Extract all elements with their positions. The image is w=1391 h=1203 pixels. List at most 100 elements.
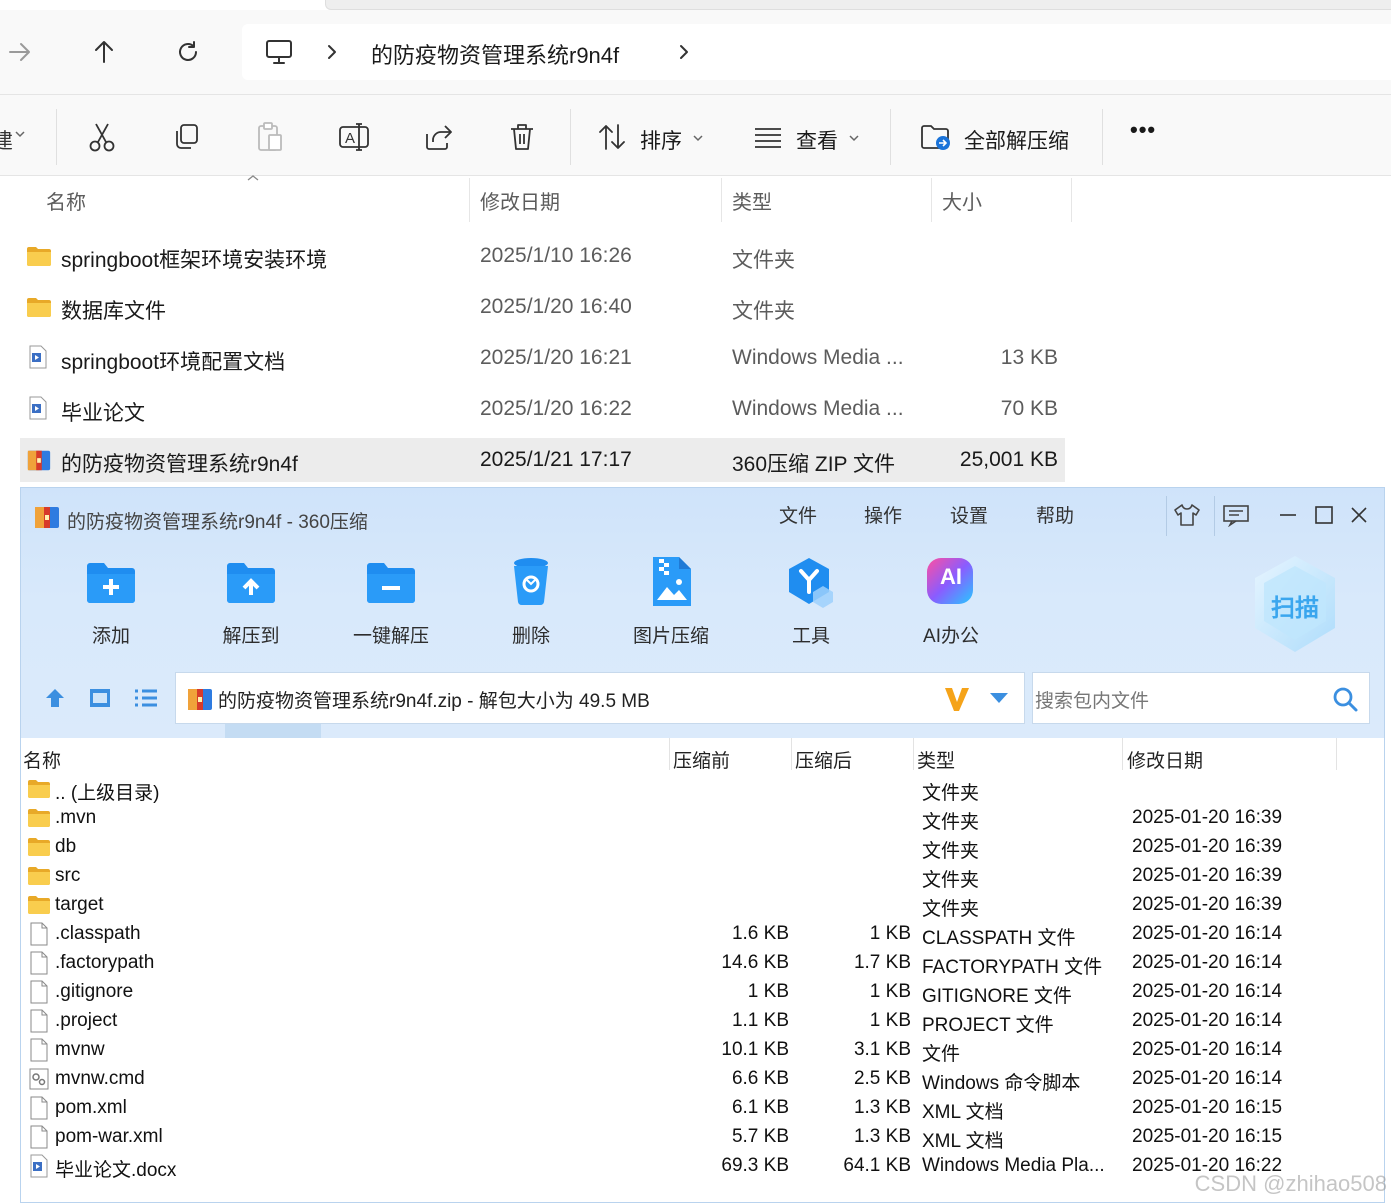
column-divider[interactable] (469, 178, 470, 222)
delete-button[interactable]: 删除 (481, 554, 581, 654)
file-row[interactable]: 的防疫物资管理系统r9n4f 2025/1/21 17:17 360压缩 ZIP 文… (20, 438, 1065, 482)
scan-label: 扫描 (1271, 595, 1319, 622)
refresh-button[interactable] (170, 34, 206, 70)
view-icon[interactable] (752, 121, 784, 153)
file-row[interactable]: springboot环境配置文档 2025/1/20 16:21 Windows M… (20, 336, 1065, 380)
column-divider[interactable] (791, 738, 792, 770)
share-icon[interactable] (422, 121, 454, 153)
archive-row[interactable]: .project 1.1 KB 1 KB PROJECT 文件 2025-01-20 1… (21, 1007, 1384, 1036)
size-after: 1.7 KB (853, 952, 911, 973)
column-divider[interactable] (913, 738, 914, 770)
size-before: 14.6 KB (721, 952, 789, 973)
search-icon[interactable] (1331, 685, 1359, 713)
column-divider[interactable] (669, 738, 670, 770)
vip-icon[interactable] (942, 685, 972, 713)
chevron-down-icon[interactable] (14, 129, 26, 139)
one-click-extract-button[interactable]: 一键解压 (341, 554, 441, 654)
archive-path-bar[interactable]: 的防疫物资管理系统r9n4f.zip - 解包大小为 49.5 MB (175, 672, 1025, 724)
column-divider[interactable] (721, 178, 722, 222)
this-pc-icon[interactable] (264, 38, 294, 66)
paste-icon[interactable] (254, 121, 286, 153)
file-size: 25,001 KB (959, 448, 1058, 471)
archive-row[interactable]: .factorypath 14.6 KB 1.7 KB FACTORYPATH 文件 2… (21, 949, 1384, 978)
chevron-down-icon[interactable] (692, 133, 704, 143)
column-header-type[interactable]: 类型 (732, 186, 772, 215)
view-button[interactable]: 查看 (796, 125, 838, 155)
chevron-down-icon[interactable] (848, 133, 860, 143)
sort-button[interactable]: 排序 (640, 125, 682, 155)
archive-row[interactable]: 毕业论文.docx 69.3 KB 64.1 KB Windows Media Pla… (21, 1152, 1384, 1181)
column-divider[interactable] (931, 178, 932, 222)
list-view-icon[interactable] (133, 686, 159, 710)
zip-column-name[interactable]: 名称 (23, 746, 61, 773)
horizontal-scroll-thumb[interactable] (225, 724, 321, 738)
column-divider[interactable] (1071, 178, 1072, 222)
chevron-right-icon[interactable] (324, 42, 340, 62)
column-header-size[interactable]: 大小 (942, 186, 982, 215)
menu-help[interactable]: 帮助 (1036, 501, 1074, 528)
zip-column-after[interactable]: 压缩后 (795, 746, 852, 773)
archive-row[interactable]: .classpath 1.6 KB 1 KB CLASSPATH 文件 2025-01-… (21, 920, 1384, 949)
feedback-icon[interactable] (1219, 498, 1253, 532)
new-button-label[interactable]: 建 (0, 125, 13, 155)
zip-column-type[interactable]: 类型 (917, 746, 955, 773)
address-segment[interactable]: 的防疫物资管理系统r9n4f (371, 38, 619, 70)
archive-row[interactable]: src 文件夹 2025-01-20 16:39 (21, 862, 1384, 891)
delete-icon[interactable] (506, 121, 538, 153)
cut-icon[interactable] (86, 121, 118, 153)
extract-all-icon[interactable] (920, 121, 952, 153)
column-header-name[interactable]: 名称 (46, 186, 86, 215)
address-bar[interactable]: 的防疫物资管理系统r9n4f (242, 24, 1391, 80)
copy-icon[interactable] (170, 121, 202, 153)
menu-file[interactable]: 文件 (779, 501, 817, 528)
archive-row[interactable]: target 文件夹 2025-01-20 16:39 (21, 891, 1384, 920)
up-button[interactable] (86, 34, 122, 70)
forward-button[interactable] (2, 34, 38, 70)
thumbnail-view-icon[interactable] (88, 686, 112, 710)
search-input[interactable]: 搜索包内文件 (1032, 672, 1370, 724)
scan-button[interactable]: 扫描 (1247, 552, 1343, 656)
up-level-icon[interactable] (43, 686, 67, 710)
column-divider[interactable] (1122, 738, 1123, 770)
skin-icon[interactable] (1170, 498, 1204, 532)
archive-row[interactable]: pom.xml 6.1 KB 1.3 KB XML 文档 2025-01-20 16:1… (21, 1094, 1384, 1123)
minimize-button[interactable] (1271, 498, 1305, 532)
archive-row[interactable]: .mvn 文件夹 2025-01-20 16:39 (21, 804, 1384, 833)
folder-icon (27, 777, 51, 801)
watermark: CSDN @zhihao508 (1194, 1171, 1387, 1196)
image-compress-button[interactable]: 图片压缩 (621, 554, 721, 654)
extract-all-button[interactable]: 全部解压缩 (964, 125, 1069, 155)
chevron-right-icon[interactable] (676, 42, 692, 62)
dropdown-arrow-icon[interactable] (988, 691, 1010, 705)
file-row[interactable]: 毕业论文 2025/1/20 16:22 Windows Media ... 70 K… (20, 387, 1065, 431)
archive-row[interactable]: mvnw.cmd 6.6 KB 2.5 KB Windows 命令脚本 2025-01-… (21, 1065, 1384, 1094)
delete-label: 删除 (511, 626, 550, 647)
tools-button[interactable]: 工具 (761, 554, 861, 654)
menu-operation[interactable]: 操作 (864, 501, 902, 528)
archive-row[interactable]: .gitignore 1 KB 1 KB GITIGNORE 文件 2025-01-20… (21, 978, 1384, 1007)
one-click-extract-label: 一键解压 (352, 626, 429, 647)
file-row[interactable]: springboot框架环境安装环境 2025/1/10 16:26 文件夹 (20, 234, 1065, 278)
file-row[interactable]: 数据库文件 2025/1/20 16:40 文件夹 (20, 285, 1065, 329)
rename-icon[interactable]: A (338, 121, 370, 153)
archive-row[interactable]: pom-war.xml 5.7 KB 1.3 KB XML 文档 2025-01-20 … (21, 1123, 1384, 1152)
more-options-button[interactable]: ••• (1130, 117, 1156, 143)
folder-icon (27, 835, 51, 859)
archive-row[interactable]: db 文件夹 2025-01-20 16:39 (21, 833, 1384, 862)
column-divider[interactable] (1336, 738, 1337, 770)
add-button[interactable]: 添加 (61, 554, 161, 654)
column-header-date[interactable]: 修改日期 (480, 186, 560, 215)
close-button[interactable] (1342, 498, 1376, 532)
file-name: 的防疫物资管理系统r9n4f (61, 453, 298, 476)
archive-row[interactable]: mvnw 10.1 KB 3.1 KB 文件 2025-01-20 16:14 (21, 1036, 1384, 1065)
maximize-button[interactable] (1307, 498, 1341, 532)
ai-office-button[interactable]: AI AI办公 (901, 554, 1001, 654)
menu-settings[interactable]: 设置 (950, 501, 988, 528)
entry-date: 2025-01-20 16:14 (1132, 1039, 1283, 1060)
sort-icon[interactable] (596, 121, 628, 153)
extract-to-button[interactable]: 解压到 (201, 554, 301, 654)
archive-row[interactable]: .. (上级目录) 文件夹 (21, 775, 1384, 804)
zip-column-before[interactable]: 压缩前 (673, 746, 730, 773)
file-name: springboot环境配置文档 (61, 351, 286, 374)
zip-column-date[interactable]: 修改日期 (1127, 746, 1203, 773)
